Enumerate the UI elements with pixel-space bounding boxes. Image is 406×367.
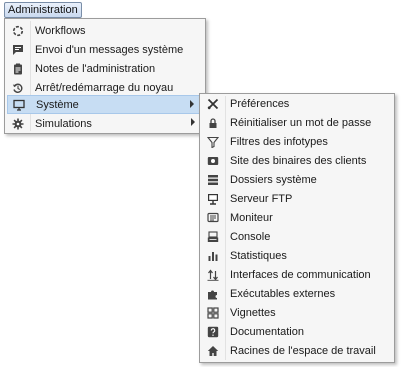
submenu-item-label: Interfaces de communication <box>230 268 371 281</box>
menu-item-admin-notes[interactable]: Notes de l'administration <box>7 59 203 78</box>
monitor-icon <box>206 211 220 225</box>
workflow-icon <box>11 24 25 38</box>
gear-icon <box>11 117 25 131</box>
menu-item-system[interactable]: Système <box>7 95 203 114</box>
tools-icon <box>206 97 220 111</box>
submenu-item-label: Vignettes <box>230 306 276 319</box>
submenu-arrow-icon <box>190 100 194 108</box>
submenu-item-reset-password[interactable]: Réinitialiser un mot de passe <box>202 113 392 132</box>
menu-item-label: Simulations <box>35 117 92 130</box>
submenu-item-label: Dossiers système <box>230 173 317 186</box>
submenu-item-label: Préférences <box>230 97 290 110</box>
computer-icon <box>206 192 220 206</box>
submenu-item-label: Exécutables externes <box>230 287 336 300</box>
submenu-item-label: Documentation <box>230 325 304 338</box>
menu-item-workflows[interactable]: Workflows <box>7 21 203 40</box>
console-icon <box>206 230 220 244</box>
transfer-icon <box>206 268 220 282</box>
system-submenu: Préférences Réinitialiser un mot de pass… <box>199 93 395 363</box>
home-icon <box>206 344 220 358</box>
submenu-item-label: Moniteur <box>230 211 273 224</box>
bar-chart-icon <box>206 249 220 263</box>
submenu-item-thumbnails[interactable]: Vignettes <box>202 303 392 322</box>
submenu-arrow-icon <box>191 118 195 126</box>
submenu-item-infotype-filters[interactable]: Filtres des infotypes <box>202 132 392 151</box>
submenu-item-label: Filtres des infotypes <box>230 135 328 148</box>
submenu-item-statistics[interactable]: Statistiques <box>202 246 392 265</box>
submenu-item-console[interactable]: Console <box>202 227 392 246</box>
restart-icon <box>11 81 25 95</box>
submenu-item-preferences[interactable]: Préférences <box>202 94 392 113</box>
filter-icon <box>206 135 220 149</box>
administration-menu-button[interactable]: Administration <box>4 2 82 18</box>
lock-icon <box>206 116 220 130</box>
submenu-item-ftp-server[interactable]: Serveur FTP <box>202 189 392 208</box>
submenu-item-label: Console <box>230 230 271 243</box>
server-icon <box>206 173 220 187</box>
menu-item-label: Notes de l'administration <box>35 62 156 75</box>
menu-item-label: Arrêt/redémarrage du noyau <box>35 81 174 94</box>
submenu-item-external-executables[interactable]: Exécutables externes <box>202 284 392 303</box>
menu-item-label: Système <box>36 98 79 111</box>
submenu-item-workspace-roots[interactable]: Racines de l'espace de travail <box>202 341 392 360</box>
grid-icon <box>206 306 220 320</box>
help-icon <box>206 325 220 339</box>
monitor-icon <box>12 98 26 112</box>
submenu-item-documentation[interactable]: Documentation <box>202 322 392 341</box>
submenu-item-label: Réinitialiser un mot de passe <box>230 116 372 129</box>
submenu-item-client-binaries[interactable]: Site des binaires des clients <box>202 151 392 170</box>
submenu-item-monitor[interactable]: Moniteur <box>202 208 392 227</box>
puzzle-icon <box>206 287 220 301</box>
submenu-item-label: Racines de l'espace de travail <box>230 344 376 357</box>
message-icon <box>11 43 25 57</box>
submenu-item-label: Serveur FTP <box>230 192 293 205</box>
menu-item-simulations[interactable]: Simulations <box>7 114 203 133</box>
submenu-item-system-folders[interactable]: Dossiers système <box>202 170 392 189</box>
menu-item-label: Workflows <box>35 24 86 37</box>
administration-menu: Workflows Envoi d'un messages système No… <box>4 18 206 134</box>
submenu-item-label: Site des binaires des clients <box>230 154 367 167</box>
submenu-item-communication-interfaces[interactable]: Interfaces de communication <box>202 265 392 284</box>
notes-icon <box>11 62 25 76</box>
drive-icon <box>206 154 220 168</box>
menu-item-system-message[interactable]: Envoi d'un messages système <box>7 40 203 59</box>
submenu-item-label: Statistiques <box>230 249 287 262</box>
menu-item-label: Envoi d'un messages système <box>35 43 184 56</box>
